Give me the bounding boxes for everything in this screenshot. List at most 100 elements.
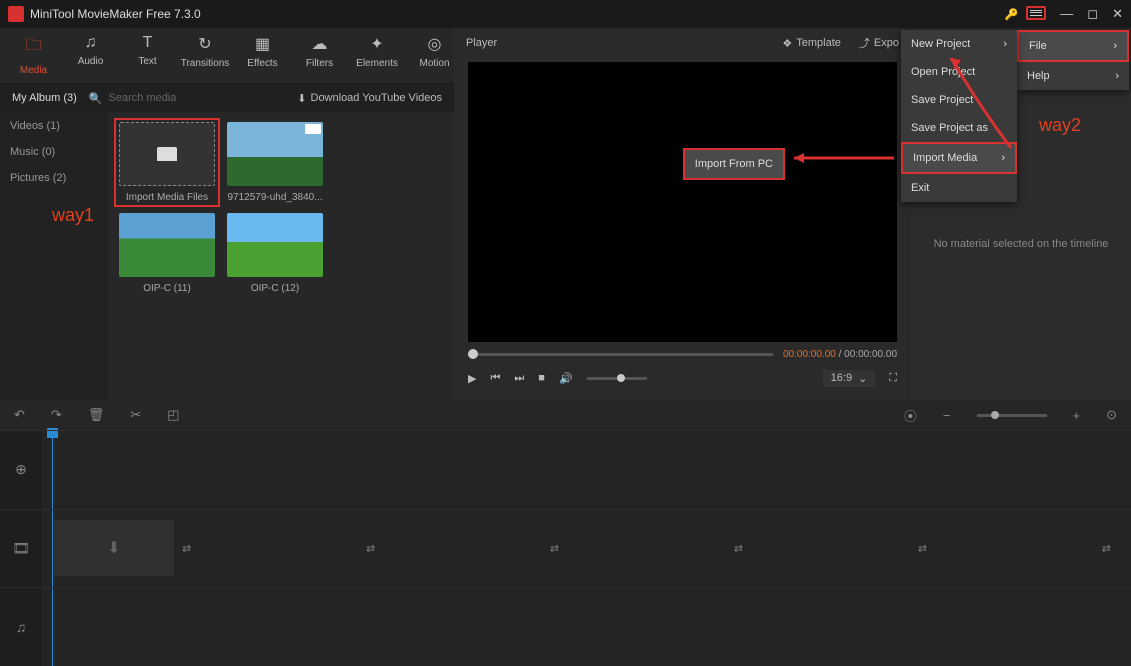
player-title: Player bbox=[466, 37, 764, 49]
fullscreen-button[interactable]: ⛶ bbox=[889, 372, 897, 385]
audio-track-icon: ♫ bbox=[0, 587, 42, 666]
tool-tabs: 🗀Media ♫Audio TText ↻Transitions ▦Effect… bbox=[0, 28, 454, 84]
menu-import-from-pc[interactable]: Import From PC bbox=[683, 148, 785, 180]
aspect-ratio-select[interactable]: 16:9⌄ bbox=[823, 370, 876, 387]
tab-transitions[interactable]: ↻Transitions bbox=[185, 34, 225, 83]
crop-button[interactable]: ◰ bbox=[167, 407, 179, 423]
audio-icon: ♫ bbox=[85, 34, 97, 52]
undo-button[interactable]: ↶ bbox=[14, 407, 25, 423]
video-track[interactable]: ⬇ ⇄ ⇄ ⇄ ⇄ ⇄ ⇄ bbox=[42, 509, 1131, 588]
scrub-bar[interactable] bbox=[468, 353, 773, 356]
add-track-button[interactable]: ⊕ bbox=[0, 430, 42, 509]
transitions-icon: ↻ bbox=[198, 34, 211, 54]
overlay-track[interactable] bbox=[42, 430, 1131, 509]
delete-button[interactable]: 🗑 bbox=[88, 407, 105, 423]
filters-icon: ☁ bbox=[312, 34, 328, 54]
transition-slot-icon[interactable]: ⇄ bbox=[182, 542, 191, 555]
tab-effects[interactable]: ▦Effects bbox=[243, 34, 282, 83]
menu-import-media[interactable]: Import Media› bbox=[901, 142, 1017, 174]
video-icon bbox=[305, 124, 321, 134]
title-bar: MiniTool MovieMaker Free 7.3.0 🔑 — ◻ ✕ bbox=[0, 0, 1131, 28]
menu-open-project[interactable]: Open Project bbox=[901, 58, 1017, 86]
media-item-video[interactable]: 9712579-uhd_3840... bbox=[226, 122, 324, 203]
empty-state-label: No material selected on the timeline bbox=[921, 238, 1121, 250]
player-viewport bbox=[468, 62, 897, 342]
fit-button[interactable]: ⊙ bbox=[1106, 407, 1117, 423]
media-item-picture[interactable]: OIP-C (12) bbox=[226, 213, 324, 294]
media-item-picture[interactable]: OIP-C (11) bbox=[118, 213, 216, 294]
tab-text[interactable]: TText bbox=[128, 34, 167, 83]
menu-save-project[interactable]: Save Project bbox=[901, 86, 1017, 114]
transition-slot-icon[interactable]: ⇄ bbox=[1102, 542, 1111, 555]
player-panel: Player ❖Template ⤴Expo 00:00:00.00 / 00:… bbox=[454, 28, 911, 400]
chevron-right-icon: › bbox=[1115, 70, 1119, 82]
maximize-button[interactable]: ◻ bbox=[1087, 6, 1098, 22]
volume-icon[interactable]: 🔊 bbox=[559, 372, 573, 385]
prev-frame-button[interactable]: ⏮ bbox=[490, 372, 500, 385]
audio-track[interactable] bbox=[42, 587, 1131, 666]
snap-button[interactable]: ⦿ bbox=[904, 406, 917, 425]
download-youtube-button[interactable]: ⬇Download YouTube Videos bbox=[297, 92, 442, 105]
tab-audio[interactable]: ♫Audio bbox=[71, 34, 110, 83]
sidebar-videos[interactable]: Videos (1) bbox=[10, 120, 98, 132]
sidebar-pictures[interactable]: Pictures (2) bbox=[10, 172, 98, 184]
folder-icon: 🗀 bbox=[25, 34, 41, 61]
text-icon: T bbox=[143, 34, 153, 52]
menu-save-project-as[interactable]: Save Project as bbox=[901, 114, 1017, 142]
menu-new-project[interactable]: New Project› bbox=[901, 30, 1017, 58]
import-media-tile[interactable]: Import Media Files bbox=[118, 122, 216, 203]
drop-media-slot[interactable]: ⬇ bbox=[54, 520, 174, 576]
chevron-right-icon: › bbox=[1113, 40, 1117, 52]
media-category-sidebar: Videos (1) Music (0) Pictures (2) bbox=[0, 112, 108, 400]
timeline-body[interactable]: ⬇ ⇄ ⇄ ⇄ ⇄ ⇄ ⇄ bbox=[42, 430, 1131, 666]
timeline-toolbar: ↶ ↷ 🗑 ✂ ◰ ⦿ − + ⊙ bbox=[0, 400, 1131, 430]
tab-media[interactable]: 🗀Media bbox=[14, 34, 53, 83]
file-submenu: New Project› Open Project Save Project S… bbox=[901, 30, 1017, 202]
tab-motion[interactable]: ◎Motion bbox=[415, 34, 454, 83]
close-button[interactable]: ✕ bbox=[1112, 6, 1123, 22]
key-icon[interactable]: 🔑 bbox=[1005, 8, 1019, 21]
menu-file[interactable]: File› bbox=[1017, 30, 1129, 62]
export-button[interactable]: ⤴Expo bbox=[859, 35, 899, 51]
template-icon: ❖ bbox=[782, 37, 792, 50]
template-button[interactable]: ❖Template bbox=[782, 37, 841, 50]
annotation-way2: way2 bbox=[1039, 115, 1081, 136]
hamburger-menu-button[interactable] bbox=[1026, 6, 1046, 20]
sidebar-music[interactable]: Music (0) bbox=[10, 146, 98, 158]
menu-exit[interactable]: Exit bbox=[901, 174, 1017, 202]
annotation-way1: way1 bbox=[52, 205, 94, 226]
motion-icon: ◎ bbox=[428, 34, 442, 54]
effects-icon: ▦ bbox=[255, 34, 270, 54]
video-track-icon: 🎞 bbox=[0, 509, 42, 588]
chevron-right-icon: › bbox=[1001, 152, 1005, 164]
volume-slider[interactable] bbox=[587, 377, 647, 380]
transition-slot-icon[interactable]: ⇄ bbox=[734, 542, 743, 555]
elements-icon: ✦ bbox=[370, 34, 383, 54]
zoom-out-button[interactable]: − bbox=[943, 408, 951, 423]
zoom-slider[interactable] bbox=[977, 414, 1047, 417]
timeline: ↶ ↷ 🗑 ✂ ◰ ⦿ − + ⊙ ⊕ 🎞 ♫ ⬇ ⇄ ⇄ ⇄ ⇄ bbox=[0, 400, 1131, 666]
redo-button[interactable]: ↷ bbox=[51, 407, 62, 423]
media-subbar: My Album (3) 🔍Search media ⬇Download You… bbox=[0, 84, 454, 112]
tab-filters[interactable]: ☁Filters bbox=[300, 34, 339, 83]
zoom-in-button[interactable]: + bbox=[1073, 408, 1081, 423]
transition-slot-icon[interactable]: ⇄ bbox=[550, 542, 559, 555]
search-icon: 🔍 bbox=[89, 92, 103, 105]
cut-button[interactable]: ✂ bbox=[130, 407, 141, 423]
next-frame-button[interactable]: ⏭ bbox=[514, 372, 524, 385]
app-title: MiniTool MovieMaker Free 7.3.0 bbox=[30, 7, 1005, 21]
stop-button[interactable]: ■ bbox=[538, 372, 545, 384]
chevron-down-icon: ⌄ bbox=[858, 372, 867, 385]
chevron-right-icon: › bbox=[1003, 38, 1007, 50]
export-icon: ⤴ bbox=[859, 35, 870, 51]
search-input[interactable]: 🔍Search media bbox=[89, 92, 285, 105]
transition-slot-icon[interactable]: ⇄ bbox=[918, 542, 927, 555]
transition-slot-icon[interactable]: ⇄ bbox=[366, 542, 375, 555]
minimize-button[interactable]: — bbox=[1060, 6, 1073, 22]
tab-elements[interactable]: ✦Elements bbox=[357, 34, 397, 83]
annotation-highlight bbox=[114, 118, 220, 207]
menu-help[interactable]: Help› bbox=[1017, 62, 1129, 90]
media-grid: Import Media Files 9712579-uhd_3840... O… bbox=[108, 112, 454, 400]
play-button[interactable]: ▶ bbox=[468, 372, 476, 385]
album-label[interactable]: My Album (3) bbox=[12, 92, 77, 104]
